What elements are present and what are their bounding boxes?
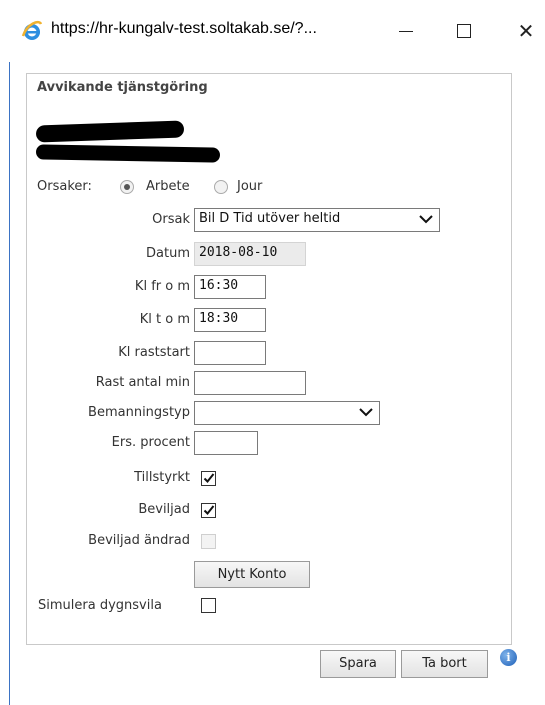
ers-procent-label: Ers. procent	[111, 435, 190, 450]
rast-antal-input[interactable]	[194, 371, 306, 395]
orsak-value: Bil D Tid utöver heltid	[199, 211, 341, 226]
nytt-konto-button[interactable]: Nytt Konto	[194, 561, 310, 588]
bemanningstyp-select[interactable]	[194, 401, 380, 425]
radio-arbete[interactable]	[120, 180, 134, 194]
chevron-down-icon	[359, 408, 373, 417]
kl-raststart-input[interactable]	[194, 341, 266, 365]
datum-label: Datum	[146, 246, 190, 261]
info-icon[interactable]: i	[500, 649, 517, 666]
radio-jour-label: Jour	[237, 179, 263, 194]
kl-tom-label: Kl t o m	[139, 312, 190, 327]
tillstyrkt-label: Tillstyrkt	[134, 470, 190, 485]
chevron-down-icon	[419, 215, 433, 224]
kl-from-input[interactable]: 16:30	[194, 275, 266, 299]
spara-button[interactable]: Spara	[320, 650, 396, 678]
orsak-label: Orsak	[152, 212, 190, 227]
orsaker-label: Orsaker:	[37, 179, 92, 194]
close-button[interactable]: ✕	[508, 14, 544, 48]
beviljad-andrad-checkbox	[201, 534, 216, 549]
rast-antal-label: Rast antal min	[95, 375, 190, 390]
ers-procent-input[interactable]	[194, 431, 258, 455]
kl-from-label: Kl fr o m	[134, 279, 190, 294]
close-icon: ✕	[517, 19, 535, 43]
minimize-icon	[399, 30, 413, 32]
tillstyrkt-checkbox[interactable]	[201, 471, 216, 486]
dialog-title: Avvikande tjänstgöring	[37, 80, 208, 95]
window-titlebar: https://hr-kungalv-test.soltakab.se/?...…	[0, 0, 545, 62]
simulera-label: Simulera dygnsvila	[38, 598, 162, 613]
orsak-select[interactable]: Bil D Tid utöver heltid	[194, 208, 440, 232]
beviljad-label: Beviljad	[138, 502, 190, 517]
bemanningstyp-label: Bemanningstyp	[88, 405, 190, 420]
kl-tom-input[interactable]: 18:30	[194, 308, 266, 332]
redacted-identifier	[35, 144, 221, 163]
radio-arbete-label: Arbete	[146, 179, 190, 194]
beviljad-andrad-label: Beviljad ändrad	[88, 533, 190, 548]
checkmark-icon	[203, 505, 215, 515]
beviljad-checkbox[interactable]	[201, 503, 216, 518]
radio-jour[interactable]	[214, 180, 228, 194]
maximize-icon	[457, 24, 471, 38]
minimize-button[interactable]	[388, 14, 424, 48]
datum-field: 2018-08-10	[194, 242, 306, 266]
simulera-checkbox[interactable]	[201, 598, 216, 613]
maximize-button[interactable]	[446, 14, 482, 48]
window-border	[9, 62, 10, 705]
ta-bort-button[interactable]: Ta bort	[401, 650, 488, 678]
kl-raststart-label: Kl raststart	[118, 345, 190, 360]
checkmark-icon	[203, 473, 215, 483]
ie-icon	[21, 20, 43, 40]
url-text: https://hr-kungalv-test.soltakab.se/?...	[51, 20, 317, 37]
